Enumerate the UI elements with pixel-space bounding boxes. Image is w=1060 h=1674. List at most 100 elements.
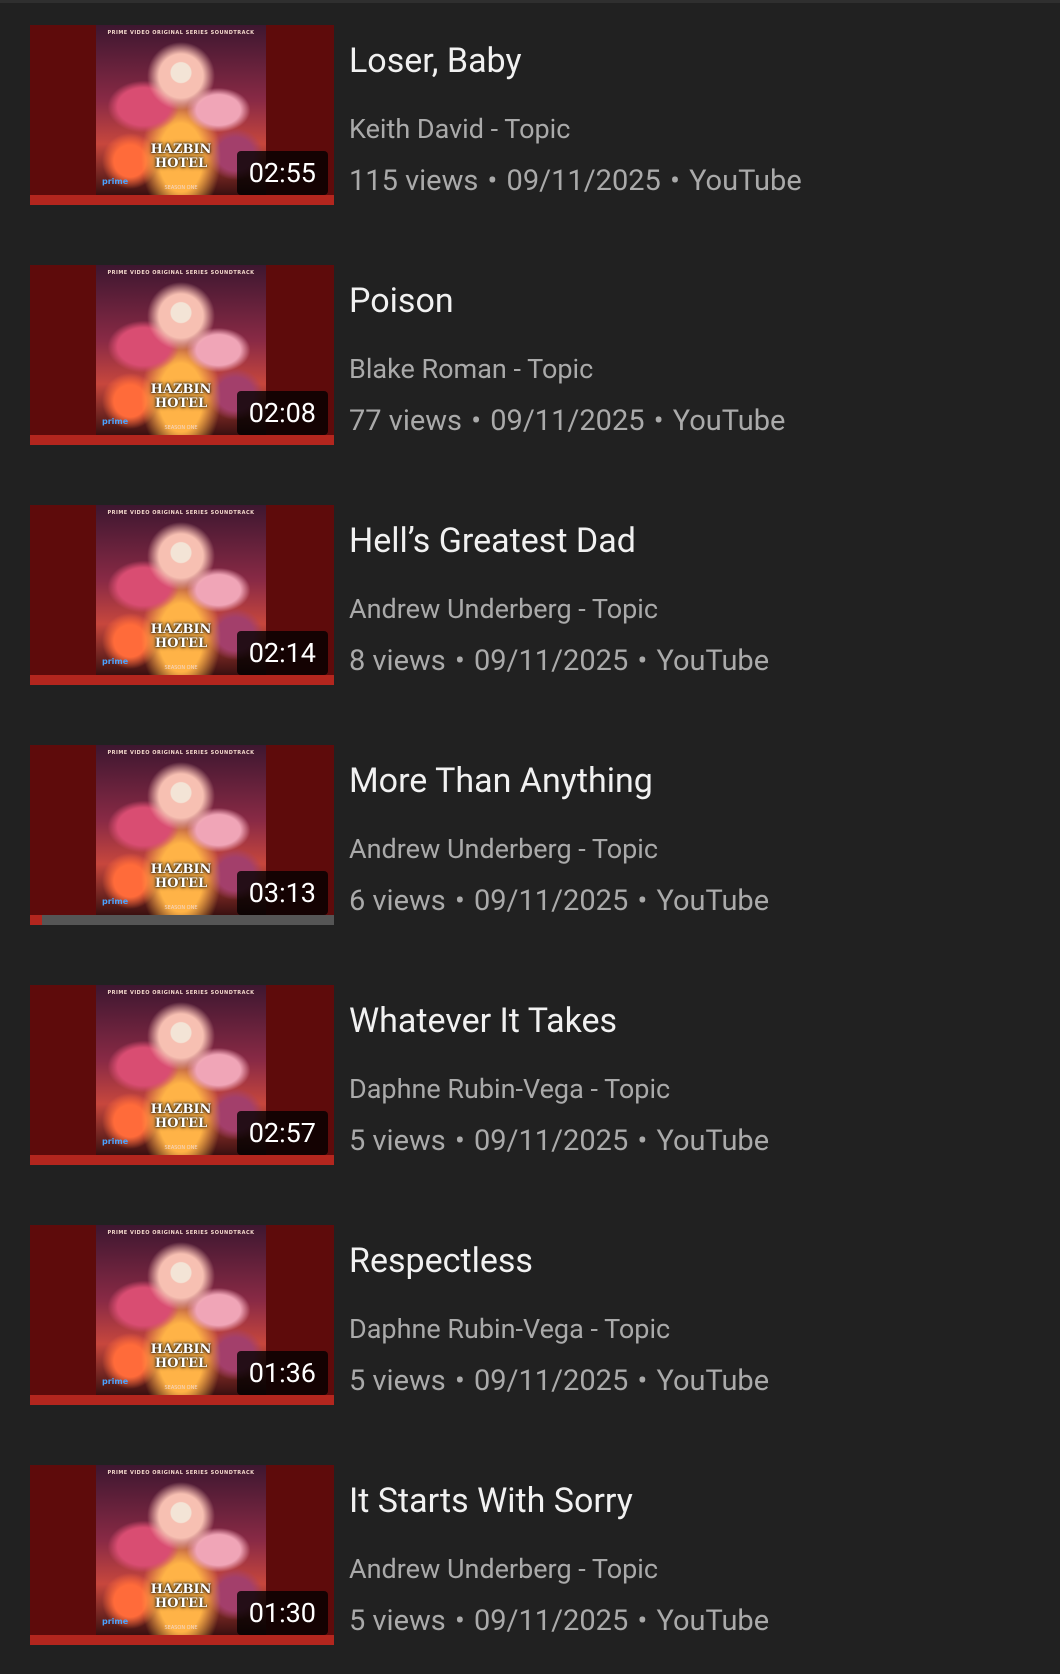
watch-progress-fill <box>30 1395 334 1405</box>
separator-dot: • <box>487 164 498 198</box>
album-art-logo-line2: HOTEL <box>154 1116 208 1131</box>
watch-progress-bar <box>30 1155 334 1165</box>
album-art-logo-line2: HOTEL <box>154 156 208 171</box>
separator-dot: • <box>454 884 465 918</box>
video-thumbnail[interactable]: PRIME VIDEO ORIGINAL SERIES SOUNDTRACK H… <box>30 265 334 445</box>
view-count: 115 views <box>349 164 479 198</box>
view-count: 77 views <box>349 404 463 438</box>
album-art-top-text: PRIME VIDEO ORIGINAL SERIES SOUNDTRACK <box>107 990 255 996</box>
source-label: YouTube <box>656 644 770 678</box>
upload-date: 09/11/2025 <box>473 884 629 918</box>
video-list-item[interactable]: PRIME VIDEO ORIGINAL SERIES SOUNDTRACK H… <box>0 985 1060 1165</box>
upload-date: 09/11/2025 <box>473 1364 629 1398</box>
album-art-logo: HAZBIN HOTEL <box>148 1343 214 1371</box>
video-thumbnail[interactable]: PRIME VIDEO ORIGINAL SERIES SOUNDTRACK H… <box>30 1225 334 1405</box>
watch-progress-fill <box>30 915 43 925</box>
album-art-logo-line1: HAZBIN <box>150 1342 212 1357</box>
channel-name[interactable]: Andrew Underberg - Topic <box>349 833 658 865</box>
separator-dot: • <box>637 1124 648 1158</box>
source-label: YouTube <box>689 164 802 198</box>
album-art-logo: HAZBIN HOTEL <box>148 1103 214 1131</box>
watch-progress-bar <box>30 1395 334 1405</box>
album-art-logo-line1: HAZBIN <box>150 1582 212 1597</box>
channel-name[interactable]: Keith David - Topic <box>349 113 570 145</box>
source-label: YouTube <box>672 404 786 438</box>
separator-dot: • <box>454 1124 465 1158</box>
separator-dot: • <box>454 1364 465 1398</box>
video-thumbnail[interactable]: PRIME VIDEO ORIGINAL SERIES SOUNDTRACK H… <box>30 1465 334 1645</box>
video-stats: 5 views • 09/11/2025 • YouTube <box>349 1364 769 1398</box>
album-art-logo-line1: HAZBIN <box>150 382 212 397</box>
video-title[interactable]: Whatever It Takes <box>349 1001 617 1041</box>
watch-progress-fill <box>30 435 334 445</box>
watch-progress-fill <box>30 1635 334 1645</box>
album-art-logo-line2: HOTEL <box>154 636 208 651</box>
album-art-logo-line1: HAZBIN <box>150 142 212 157</box>
video-list-item[interactable]: PRIME VIDEO ORIGINAL SERIES SOUNDTRACK H… <box>0 265 1060 445</box>
view-count: 5 views <box>349 1124 446 1158</box>
video-thumbnail[interactable]: PRIME VIDEO ORIGINAL SERIES SOUNDTRACK H… <box>30 25 334 205</box>
album-art-logo: HAZBIN HOTEL <box>148 383 214 411</box>
channel-name[interactable]: Daphne Rubin-Vega - Topic <box>349 1073 670 1105</box>
album-art-logo-line2: HOTEL <box>154 396 208 411</box>
upload-date: 09/11/2025 <box>473 1604 629 1638</box>
video-list-item[interactable]: PRIME VIDEO ORIGINAL SERIES SOUNDTRACK H… <box>0 25 1060 205</box>
album-art-logo-line1: HAZBIN <box>150 1102 212 1117</box>
watch-progress-fill <box>30 1155 334 1165</box>
album-art-top-text: PRIME VIDEO ORIGINAL SERIES SOUNDTRACK <box>107 270 255 276</box>
video-title[interactable]: It Starts With Sorry <box>349 1481 633 1521</box>
video-list-item[interactable]: PRIME VIDEO ORIGINAL SERIES SOUNDTRACK H… <box>0 1225 1060 1405</box>
separator-dot: • <box>637 1604 648 1638</box>
video-stats: 8 views • 09/11/2025 • YouTube <box>349 644 769 678</box>
video-title[interactable]: Respectless <box>349 1241 533 1281</box>
watch-progress-bar <box>30 915 334 925</box>
channel-name[interactable]: Andrew Underberg - Topic <box>349 1553 658 1585</box>
channel-name[interactable]: Blake Roman - Topic <box>349 353 593 385</box>
separator-dot: • <box>637 884 648 918</box>
separator-dot: • <box>637 1364 648 1398</box>
video-stats: 77 views • 09/11/2025 • YouTube <box>349 404 785 438</box>
album-art-top-text: PRIME VIDEO ORIGINAL SERIES SOUNDTRACK <box>107 1230 255 1236</box>
channel-name[interactable]: Daphne Rubin-Vega - Topic <box>349 1313 670 1345</box>
watch-progress-bar <box>30 1635 334 1645</box>
watch-progress-bar <box>30 675 334 685</box>
duration-badge: 02:55 <box>236 151 328 195</box>
album-art-top-text: PRIME VIDEO ORIGINAL SERIES SOUNDTRACK <box>107 1470 255 1476</box>
video-thumbnail[interactable]: PRIME VIDEO ORIGINAL SERIES SOUNDTRACK H… <box>30 745 334 925</box>
duration-badge: 02:57 <box>236 1111 328 1155</box>
video-title[interactable]: Loser, Baby <box>349 41 522 81</box>
view-count: 5 views <box>349 1604 446 1638</box>
video-stats: 115 views • 09/11/2025 • YouTube <box>349 164 802 198</box>
source-label: YouTube <box>656 884 770 918</box>
video-title[interactable]: Poison <box>349 281 454 321</box>
video-title[interactable]: Hell’s Greatest Dad <box>349 521 636 561</box>
view-count: 5 views <box>349 1364 446 1398</box>
view-count: 6 views <box>349 884 446 918</box>
video-thumbnail[interactable]: PRIME VIDEO ORIGINAL SERIES SOUNDTRACK H… <box>30 505 334 685</box>
channel-name[interactable]: Andrew Underberg - Topic <box>349 593 658 625</box>
separator-dot: • <box>454 1604 465 1638</box>
video-title[interactable]: More Than Anything <box>349 761 653 801</box>
duration-badge: 02:14 <box>236 631 328 675</box>
video-list-item[interactable]: PRIME VIDEO ORIGINAL SERIES SOUNDTRACK H… <box>0 745 1060 925</box>
album-art-logo: HAZBIN HOTEL <box>148 623 214 651</box>
separator-dot: • <box>653 404 664 438</box>
separator-dot: • <box>471 404 482 438</box>
separator-dot: • <box>670 164 680 198</box>
duration-badge: 01:36 <box>236 1351 328 1395</box>
album-art-top-text: PRIME VIDEO ORIGINAL SERIES SOUNDTRACK <box>107 750 255 756</box>
video-list-item[interactable]: PRIME VIDEO ORIGINAL SERIES SOUNDTRACK H… <box>0 505 1060 685</box>
separator-dot: • <box>454 644 465 678</box>
top-divider <box>0 0 1060 3</box>
upload-date: 09/11/2025 <box>490 404 645 438</box>
album-art-logo: HAZBIN HOTEL <box>148 863 214 891</box>
source-label: YouTube <box>656 1124 770 1158</box>
video-list-item[interactable]: PRIME VIDEO ORIGINAL SERIES SOUNDTRACK H… <box>0 1465 1060 1645</box>
album-art-top-text: PRIME VIDEO ORIGINAL SERIES SOUNDTRACK <box>107 30 255 36</box>
duration-badge: 03:13 <box>236 871 328 915</box>
album-art-logo-line1: HAZBIN <box>150 622 212 637</box>
source-label: YouTube <box>656 1604 770 1638</box>
video-thumbnail[interactable]: PRIME VIDEO ORIGINAL SERIES SOUNDTRACK H… <box>30 985 334 1165</box>
watch-progress-bar <box>30 435 334 445</box>
album-art-top-text: PRIME VIDEO ORIGINAL SERIES SOUNDTRACK <box>107 510 255 516</box>
